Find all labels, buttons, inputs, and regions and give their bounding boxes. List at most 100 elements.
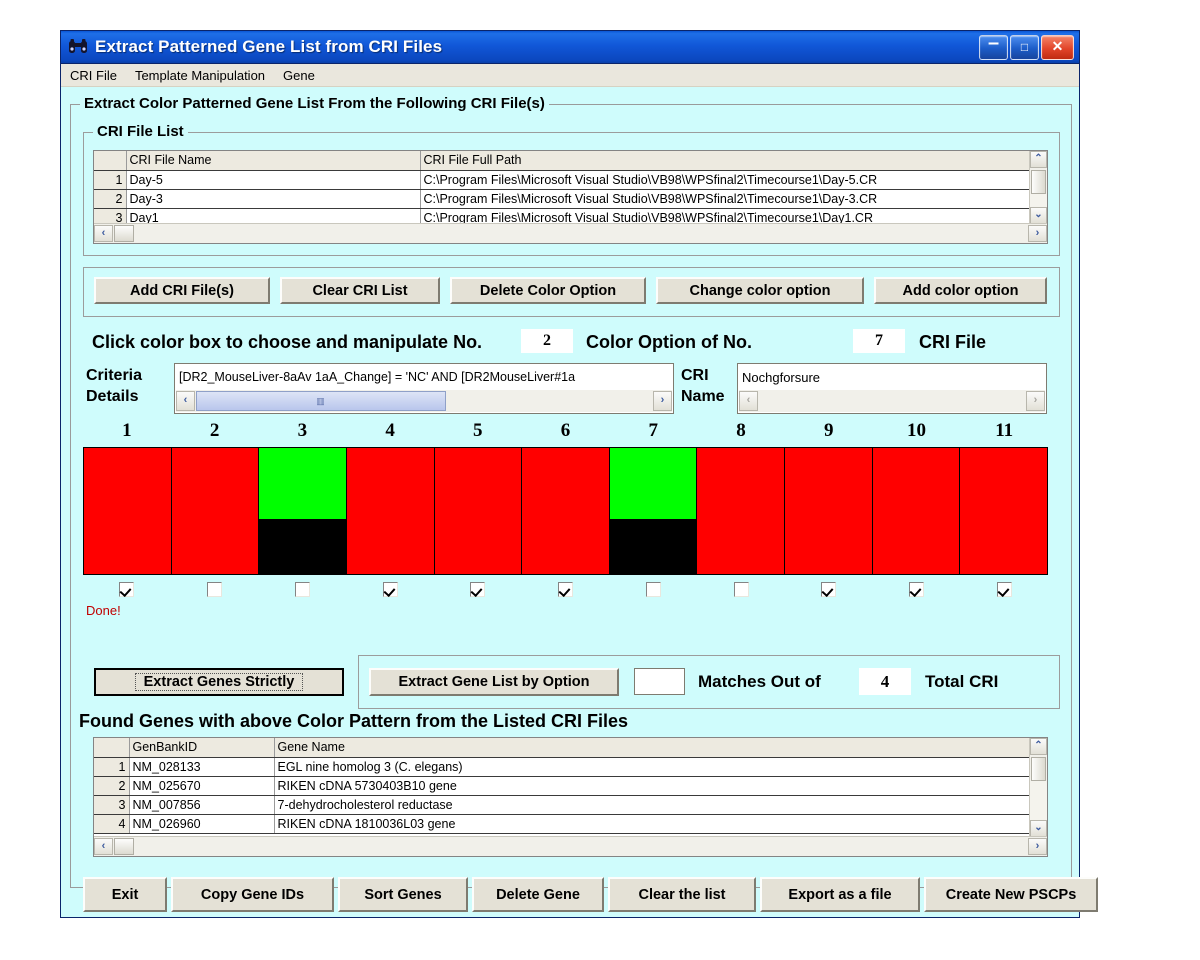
scroll-thumb[interactable] xyxy=(114,838,134,855)
found-genes-table[interactable]: GenBankID Gene Name 1 NM_028133 EGL nine… xyxy=(93,737,1048,857)
color-column-checkbox-2[interactable] xyxy=(207,582,223,597)
table-row[interactable]: 4 NM_026960 RIKEN cDNA 1810036L03 gene xyxy=(94,814,1047,834)
color-column-checkbox-8[interactable] xyxy=(733,582,749,597)
create-new-pscps-button[interactable]: Create New PSCPs xyxy=(924,877,1098,912)
close-button[interactable]: ✕ xyxy=(1041,34,1074,60)
menu-item-gene[interactable]: Gene xyxy=(283,68,315,83)
add-cri-files-button[interactable]: Add CRI File(s) xyxy=(94,277,270,304)
color-box-top-segment xyxy=(872,448,960,574)
color-column-checkbox-10[interactable] xyxy=(908,582,924,597)
color-box-9[interactable] xyxy=(785,448,873,574)
color-box-7[interactable] xyxy=(609,448,698,574)
scroll-track[interactable] xyxy=(134,837,1028,856)
color-box-8[interactable] xyxy=(697,448,786,574)
scroll-down-icon[interactable]: ⌄ xyxy=(1030,207,1047,224)
cri-name-horizontal-scrollbar[interactable]: ‹ › xyxy=(739,390,1045,412)
add-color-option-button[interactable]: Add color option xyxy=(874,277,1047,304)
minimize-button[interactable]: – xyxy=(979,33,1008,60)
scroll-left-icon[interactable]: ‹ xyxy=(94,225,113,242)
copy-gene-ids-button[interactable]: Copy Gene IDs xyxy=(171,877,334,912)
cri-number-field[interactable]: 7 xyxy=(853,329,905,353)
criteria-details-input[interactable]: [DR2_MouseLiver-8aAv 1aA_Change] = 'NC' … xyxy=(176,365,672,389)
checkbox-cell-6 xyxy=(522,582,610,600)
color-column-checkbox-9[interactable] xyxy=(821,582,837,597)
scroll-track[interactable] xyxy=(1030,781,1047,820)
export-as-a-file-label: Export as a file xyxy=(788,886,892,903)
scroll-up-icon[interactable]: ⌃ xyxy=(1030,151,1047,168)
menu-item-template-manipulation[interactable]: Template Manipulation xyxy=(135,68,265,83)
genes-horizontal-scrollbar[interactable]: ‹ › xyxy=(94,836,1047,856)
export-as-a-file-button[interactable]: Export as a file xyxy=(760,877,920,912)
criteria-horizontal-scrollbar[interactable]: ‹ ▥ › xyxy=(176,390,672,412)
color-column-checkbox-4[interactable] xyxy=(382,582,398,597)
cri-file-table[interactable]: CRI File Name CRI File Full Path 1 Day-5… xyxy=(93,150,1048,244)
exit-button[interactable]: Exit xyxy=(83,877,167,912)
checkbox-cell-3 xyxy=(258,582,346,600)
scroll-right-icon[interactable]: › xyxy=(653,391,672,411)
cri-number-value: 7 xyxy=(875,332,883,349)
color-column-checkbox-3[interactable] xyxy=(294,582,310,597)
scroll-left-icon[interactable]: ‹ xyxy=(94,838,113,855)
extract-gene-list-by-option-button[interactable]: Extract Gene List by Option xyxy=(369,668,619,696)
table-row[interactable]: 3 NM_007856 7-dehydrocholesterol reducta… xyxy=(94,795,1047,815)
color-box-10[interactable] xyxy=(872,448,961,574)
color-box-4[interactable] xyxy=(346,448,435,574)
color-box-top-segment xyxy=(259,448,346,519)
checkbox-cell-5 xyxy=(434,582,522,600)
color-column-checkbox-7[interactable] xyxy=(645,582,661,597)
color-column-checkbox-1[interactable] xyxy=(119,582,135,597)
cri-name-box[interactable]: Nochgforsure ‹ › xyxy=(737,363,1047,414)
scroll-thumb[interactable] xyxy=(1031,757,1046,781)
clear-cri-list-button[interactable]: Clear CRI List xyxy=(280,277,440,304)
scroll-thumb[interactable] xyxy=(114,225,134,242)
scroll-up-icon[interactable]: ⌃ xyxy=(1030,738,1047,755)
sort-genes-button[interactable]: Sort Genes xyxy=(338,877,468,912)
color-box-top-segment xyxy=(697,448,785,574)
table-row[interactable]: 1 Day-5 C:\Program Files\Microsoft Visua… xyxy=(94,170,1047,190)
extract-genes-strictly-button[interactable]: Extract Genes Strictly xyxy=(94,668,344,696)
scroll-thumb[interactable]: ▥ xyxy=(196,391,446,411)
delete-gene-button[interactable]: Delete Gene xyxy=(472,877,604,912)
color-pattern-grid[interactable] xyxy=(83,447,1048,575)
color-box-3[interactable] xyxy=(259,448,347,574)
matches-count-field[interactable] xyxy=(634,668,685,695)
scroll-down-icon[interactable]: ⌄ xyxy=(1030,820,1047,837)
scroll-track[interactable] xyxy=(1030,194,1047,207)
cri-horizontal-scrollbar[interactable]: ‹ › xyxy=(94,223,1047,243)
scroll-right-icon[interactable]: › xyxy=(1028,838,1047,855)
scroll-thumb[interactable] xyxy=(1031,170,1046,194)
delete-color-option-button[interactable]: Delete Color Option xyxy=(450,277,646,304)
cri-name-input[interactable]: Nochgforsure xyxy=(739,365,1045,389)
clear-the-list-button[interactable]: Clear the list xyxy=(608,877,756,912)
scroll-track[interactable] xyxy=(134,224,1028,243)
color-box-5[interactable] xyxy=(434,448,523,574)
scroll-right-icon[interactable]: › xyxy=(1028,225,1047,242)
color-column-checkbox-11[interactable] xyxy=(996,582,1012,597)
color-box-1[interactable] xyxy=(84,448,172,574)
genes-vertical-scrollbar[interactable]: ⌃ ⌄ xyxy=(1029,738,1047,837)
scroll-left-icon[interactable]: ‹ xyxy=(739,391,758,411)
color-box-6[interactable] xyxy=(522,448,610,574)
table-row[interactable]: 2 NM_025670 RIKEN cDNA 5730403B10 gene xyxy=(94,776,1047,796)
color-box-top-segment xyxy=(609,448,697,519)
option-number-field[interactable]: 2 xyxy=(521,329,573,353)
maximize-button[interactable]: □ xyxy=(1010,34,1039,60)
menu-item-cri-file[interactable]: CRI File xyxy=(70,68,117,83)
table-row[interactable]: 2 Day-3 C:\Program Files\Microsoft Visua… xyxy=(94,189,1047,209)
color-box-2[interactable] xyxy=(171,448,260,574)
scroll-right-icon[interactable]: › xyxy=(1026,391,1045,411)
color-column-checkbox-5[interactable] xyxy=(470,582,486,597)
scroll-track[interactable] xyxy=(446,392,653,411)
scroll-left-icon[interactable]: ‹ xyxy=(176,391,195,411)
criteria-details-box[interactable]: [DR2_MouseLiver-8aAv 1aA_Change] = 'NC' … xyxy=(174,363,674,414)
scroll-track[interactable] xyxy=(758,392,1026,411)
change-color-option-button[interactable]: Change color option xyxy=(656,277,864,304)
menu-bar: CRI File Template Manipulation Gene xyxy=(61,64,1079,87)
color-column-checkbox-6[interactable] xyxy=(558,582,574,597)
color-box-11[interactable] xyxy=(960,448,1048,574)
create-new-pscps-label: Create New PSCPs xyxy=(945,886,1077,903)
cri-vertical-scrollbar[interactable]: ⌃ ⌄ xyxy=(1029,151,1047,224)
total-cri-field[interactable]: 4 xyxy=(859,668,911,695)
application-window: Extract Patterned Gene List from CRI Fil… xyxy=(60,30,1098,918)
table-row[interactable]: 1 NM_028133 EGL nine homolog 3 (C. elega… xyxy=(94,757,1047,777)
